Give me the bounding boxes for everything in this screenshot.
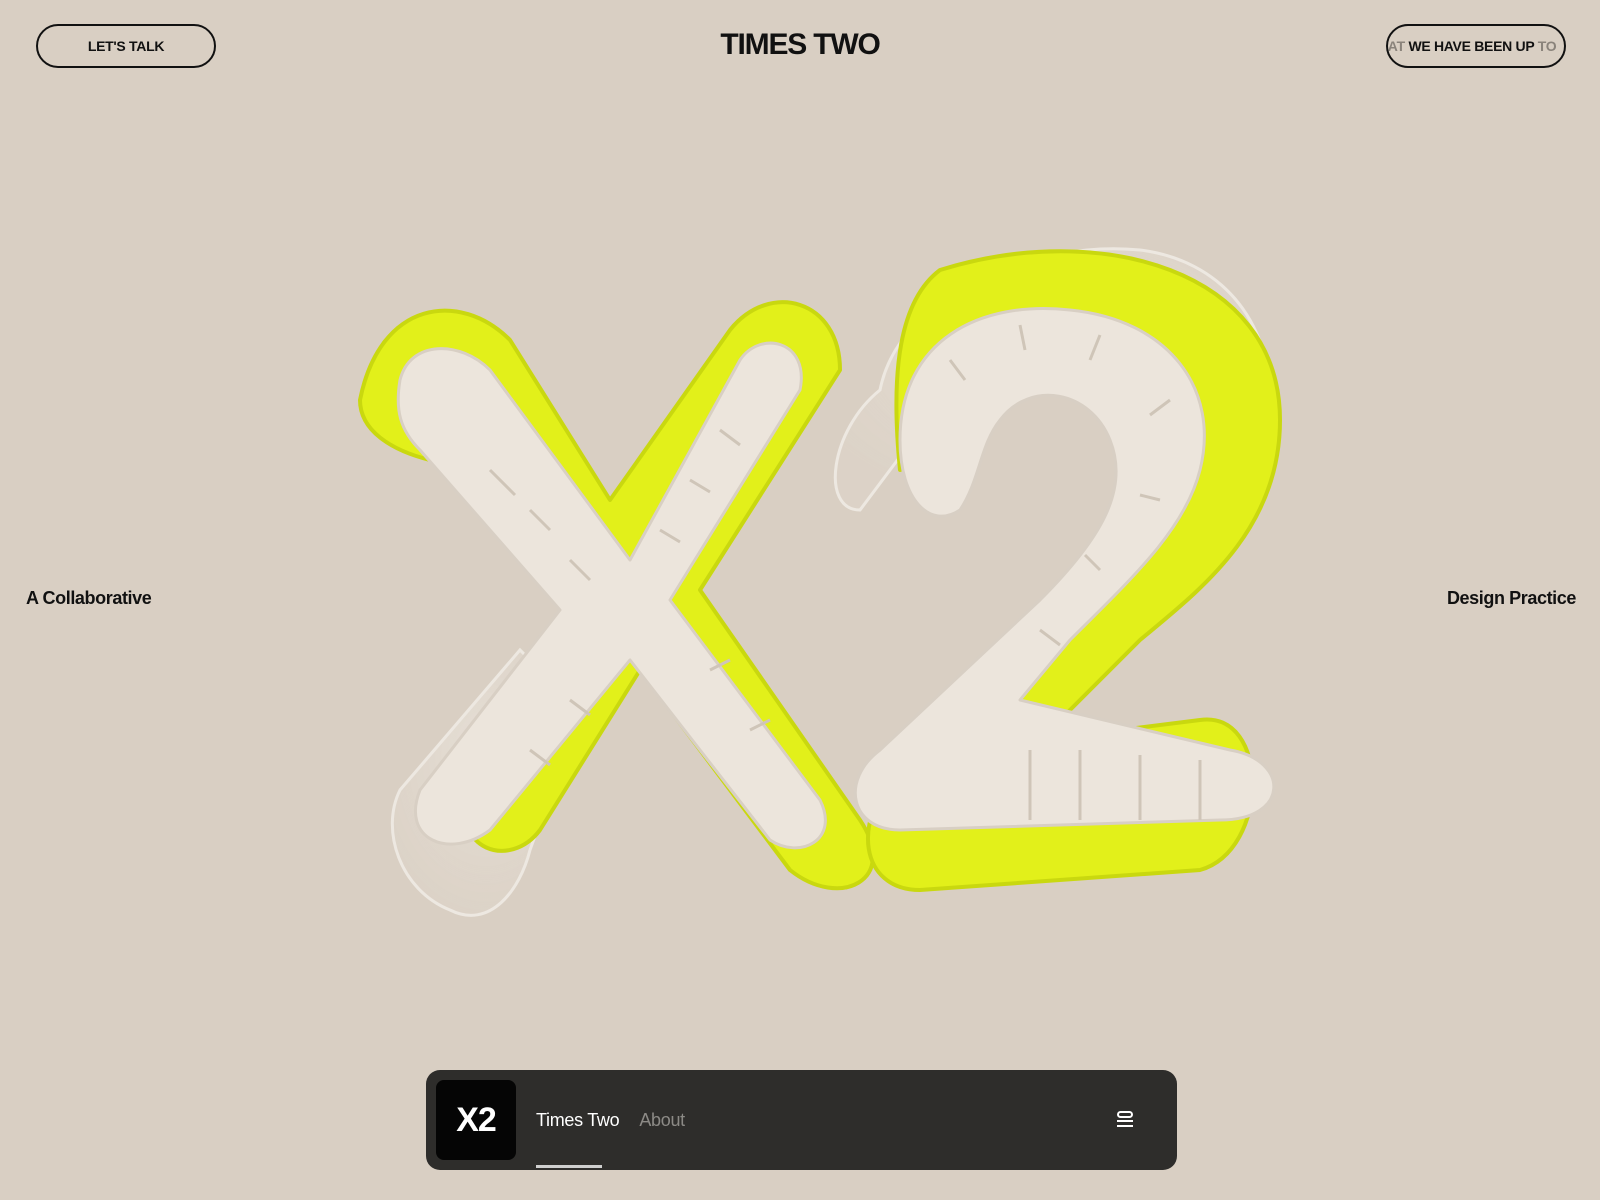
marquee-lead: HAT	[1387, 38, 1405, 54]
menu-button[interactable]	[1111, 1106, 1139, 1134]
hero-x2-artwork	[340, 230, 1320, 950]
active-tab-indicator	[536, 1165, 602, 1168]
x-puff-layer	[396, 341, 827, 850]
marquee-tail: TO	[1537, 38, 1557, 54]
logo-text: X2	[456, 1100, 497, 1139]
nav-item-times-two[interactable]: Times Two	[536, 1110, 620, 1131]
x2-logo[interactable]: X2	[436, 1080, 516, 1160]
tagline-left: A Collaborative	[26, 588, 152, 608]
marquee-text: HAT WE HAVE BEEN UP TO	[1387, 38, 1557, 54]
what-we-have-been-up-to-button[interactable]: HAT WE HAVE BEEN UP TO	[1386, 24, 1566, 68]
bottom-navbar: X2 Times Two About	[426, 1070, 1177, 1170]
nav-item-about[interactable]: About	[639, 1110, 685, 1131]
marquee-main: WE HAVE BEEN UP	[1408, 38, 1535, 54]
menu-icon	[1117, 1111, 1133, 1127]
page: LET'S TALK TIMES TWO HAT WE HAVE BEEN UP…	[0, 0, 1600, 1200]
x2-sculpture-image	[358, 247, 1282, 917]
tagline-right: Design Practice	[1446, 588, 1576, 608]
site-title: TIMES TWO	[720, 28, 880, 61]
